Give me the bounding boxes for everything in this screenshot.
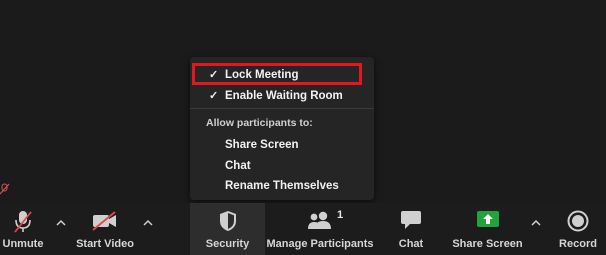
record-label: Record: [559, 238, 597, 250]
menu-item-waiting-room[interactable]: ✓ Enable Waiting Room: [190, 86, 374, 106]
shield-icon: [219, 211, 236, 231]
unmute-button[interactable]: Unmute: [0, 203, 46, 255]
record-button[interactable]: Record: [554, 203, 602, 255]
share-options-caret[interactable]: [530, 217, 542, 229]
unmute-label: Unmute: [2, 238, 44, 250]
start-video-label: Start Video: [76, 238, 134, 250]
audio-options-caret[interactable]: [55, 217, 67, 229]
menu-item-share-screen[interactable]: Share Screen: [225, 139, 299, 151]
security-label: Security: [205, 238, 250, 250]
menu-divider: [190, 108, 374, 109]
video-options-caret[interactable]: [142, 217, 154, 229]
participants-count: 1: [337, 209, 344, 221]
manage-participants-button[interactable]: 1 Manage Participants: [265, 203, 375, 255]
allow-participants-heading: Allow participants to:: [206, 117, 313, 129]
chat-bubble-icon: [401, 211, 421, 229]
start-video-button[interactable]: Start Video: [70, 203, 140, 255]
menu-item-rename-themselves[interactable]: Rename Themselves: [225, 180, 339, 192]
menu-item-label: Enable Waiting Room: [225, 90, 343, 102]
share-up-arrow-icon: [476, 211, 499, 227]
chat-button[interactable]: Chat: [388, 203, 434, 255]
record-icon: [567, 210, 589, 232]
security-menu: ✓ Lock Meeting ✓ Enable Waiting Room All…: [190, 57, 374, 200]
menu-item-label: Lock Meeting: [225, 69, 299, 81]
meeting-toolbar: Unmute Start Video Security 1 Manage Par…: [0, 203, 606, 255]
chevron-up-icon: [143, 219, 153, 226]
people-icon: [308, 211, 331, 229]
mic-muted-icon: [14, 211, 32, 233]
check-icon: ✓: [209, 90, 219, 102]
manage-participants-label: Manage Participants: [266, 238, 374, 250]
menu-item-lock-meeting[interactable]: ✓ Lock Meeting: [190, 65, 374, 85]
chat-label: Chat: [398, 238, 424, 250]
security-button[interactable]: Security: [190, 203, 265, 255]
chevron-up-icon: [531, 219, 541, 226]
share-screen-button[interactable]: Share Screen: [450, 203, 525, 255]
mic-muted-small-icon: [0, 183, 10, 195]
chevron-up-icon: [56, 219, 66, 226]
video-off-icon: [92, 211, 116, 231]
check-icon: ✓: [209, 69, 219, 81]
share-screen-label: Share Screen: [452, 238, 523, 250]
menu-item-chat[interactable]: Chat: [225, 160, 251, 172]
